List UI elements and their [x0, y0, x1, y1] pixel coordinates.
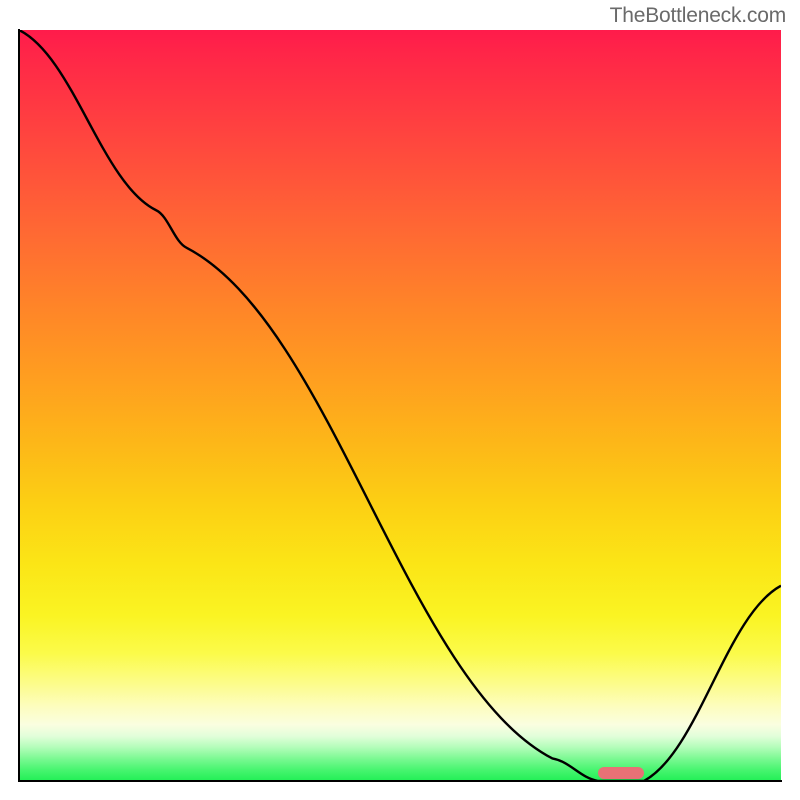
plot-area: [19, 30, 781, 781]
watermark-text: TheBottleneck.com: [610, 4, 786, 28]
optimal-marker: [598, 767, 644, 779]
bottleneck-curve: [19, 30, 781, 781]
